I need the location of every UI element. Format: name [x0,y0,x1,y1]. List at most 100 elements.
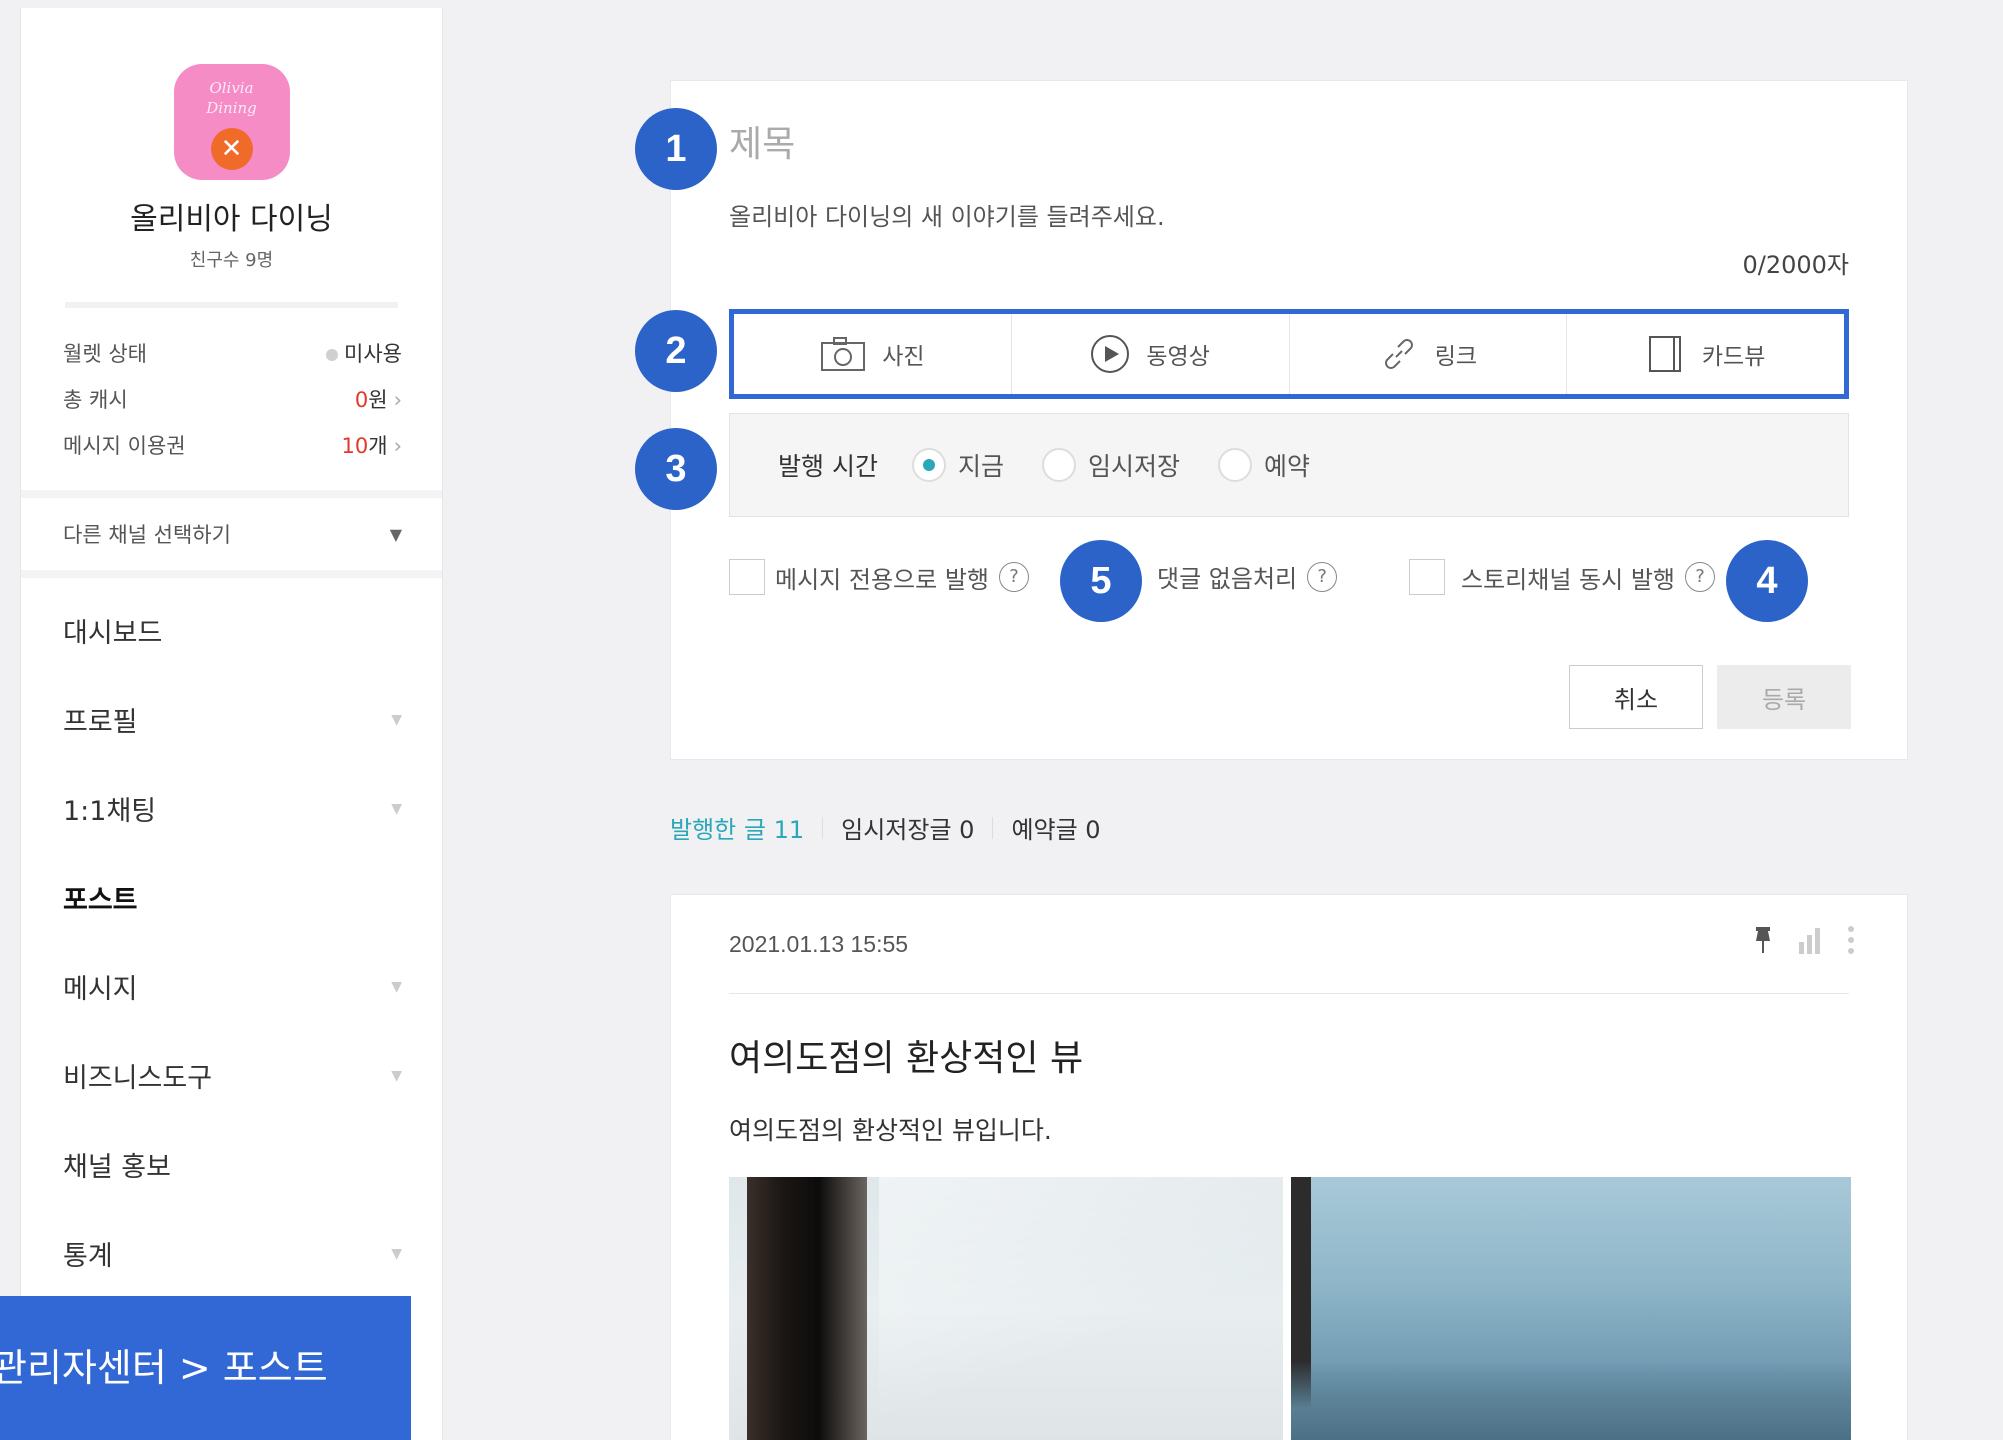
annotation-badge-5: 5 [1060,540,1142,622]
help-icon[interactable]: ? [1684,562,1715,592]
story-channel-checkbox[interactable] [1409,559,1445,595]
caret-down-icon: ▼ [391,978,402,995]
option-message-only[interactable]: 메시지 전용으로 발행 ? [729,559,1029,595]
sidebar-item-label: 통계 [63,1241,113,1272]
post-image[interactable] [729,1177,1283,1440]
sidebar-item-chat[interactable]: 1:1채팅 ▼ [21,764,442,853]
breadcrumb-text: 관리자센터 > 포스트 [0,1346,328,1390]
radio-button[interactable] [1041,448,1076,482]
add-photo-button[interactable]: 사진 [734,314,1012,394]
channel-select[interactable]: 다른 채널 선택하기 ▼ [21,490,442,578]
add-link-button[interactable]: 링크 [1290,314,1568,394]
chevron-right-icon: › [393,434,402,458]
cash-value[interactable]: 0원 › [355,384,402,414]
radio-label: 임시저장 [1087,452,1180,481]
sidebar-item-label: 채널 홍보 [63,1152,171,1183]
option-no-comments[interactable]: 댓글 없음처리 ? [1157,559,1338,594]
annotation-badge-3: 3 [635,428,717,510]
option-label: 스토리채널 동시 발행 [1461,565,1675,594]
sidebar-item-label: 포스트 [63,885,138,916]
sidebar-item-promotion[interactable]: 채널 홍보 [21,1120,442,1209]
option-story-channel[interactable]: 스토리채널 동시 발행 ? [1409,559,1715,595]
radio-button[interactable] [1217,448,1252,482]
sidebar-item-message[interactable]: 메시지 ▼ [21,942,442,1031]
sidebar: Olivia Dining ✕ 올리비아 다이닝 친구수 9명 월렛 상태 미사… [20,8,443,1440]
publish-time-label: 발행 시간 [778,452,878,481]
post-actions [1753,925,1855,959]
stats: 월렛 상태 미사용 총 캐시 0원 › 메시지 이용권 10개 › [21,308,442,468]
media-label: 카드뷰 [1701,344,1766,370]
channel-name: 올리비아 다이닝 [130,202,333,237]
logo-text: Olivia Dining [206,79,257,117]
sidebar-item-label: 프로필 [63,707,138,738]
more-options-icon[interactable] [1847,925,1855,959]
media-label: 동영상 [1146,344,1210,370]
caret-down-icon: ▼ [389,524,402,544]
post-card: 2021.01.13 15:55 여의도점의 환상적인 뷰 여의도점의 환상적인… [670,894,1908,1440]
stat-label: 메시지 이용권 [63,434,186,458]
add-cardview-button[interactable]: 카드뷰 [1567,314,1844,394]
radio-label: 지금 [957,452,1004,481]
publish-options: 메시지 전용으로 발행 ? 댓글 없음처리 ? 스토리채널 동시 발행 ? [729,559,1849,599]
chevron-right-icon: › [393,388,402,412]
sidebar-item-statistics[interactable]: 통계 ▼ [21,1209,442,1298]
help-icon[interactable]: ? [1307,561,1338,592]
stat-wallet: 월렛 상태 미사용 [63,330,402,376]
sidebar-item-label: 메시지 [63,974,138,1005]
radio-schedule[interactable]: 예약 [1217,447,1310,483]
annotation-badge-4: 4 [1726,540,1808,622]
stat-label: 월렛 상태 [63,342,147,366]
caret-down-icon: ▼ [391,711,402,728]
add-video-button[interactable]: 동영상 [1012,314,1290,394]
post-editor: 제목 올리비아 다이닝의 새 이야기를 들려주세요. 0/2000자 사진 동영… [670,80,1908,760]
tab-published[interactable]: 발행한 글 11 [670,810,804,845]
media-label: 사진 [882,344,925,370]
body-textarea[interactable]: 올리비아 다이닝의 새 이야기를 들려주세요. [729,197,1165,232]
ticket-value[interactable]: 10개 › [342,430,402,460]
pin-icon[interactable] [1753,925,1773,959]
camera-icon [820,336,866,372]
tab-separator [822,816,824,839]
annotation-badge-2: 2 [635,310,717,392]
option-label: 댓글 없음처리 [1157,565,1298,593]
post-tabs: 발행한 글 11 임시저장글 0 예약글 0 [670,810,1101,845]
sidebar-item-profile[interactable]: 프로필 ▼ [21,675,442,764]
sidebar-item-label: 1:1채팅 [63,796,157,827]
radio-draft[interactable]: 임시저장 [1041,447,1180,483]
stat-message-ticket[interactable]: 메시지 이용권 10개 › [63,422,402,468]
sidebar-item-post[interactable]: 포스트 [21,853,442,942]
post-date: 2021.01.13 15:55 [729,931,909,957]
breadcrumb-overlay: 관리자센터 > 포스트 [0,1296,411,1440]
annotation-badge-1: 1 [635,108,717,190]
cash-unit: 원 [368,388,388,412]
title-input[interactable]: 제목 [729,115,795,167]
message-only-checkbox[interactable] [729,559,765,595]
char-counter: 0/2000자 [1742,251,1849,279]
tab-scheduled[interactable]: 예약글 0 [1011,810,1100,845]
stat-label: 총 캐시 [63,388,128,412]
channel-profile: Olivia Dining ✕ 올리비아 다이닝 친구수 9명 [21,8,442,272]
post-title: 여의도점의 환상적인 뷰 [729,1038,1084,1079]
help-icon[interactable]: ? [998,562,1029,592]
radio-now[interactable]: 지금 [911,447,1004,483]
image-hills [1291,1361,1851,1440]
radio-button[interactable] [911,448,946,482]
tab-drafts[interactable]: 임시저장글 0 [841,810,974,845]
submit-button[interactable]: 등록 [1717,665,1851,729]
stat-cash[interactable]: 총 캐시 0원 › [63,376,402,422]
sidebar-item-dashboard[interactable]: 대시보드 [21,586,442,675]
sidebar-item-label: 대시보드 [63,618,163,649]
caret-down-icon: ▼ [391,800,402,817]
channel-logo[interactable]: Olivia Dining ✕ [173,64,290,180]
ticket-unit: 개 [368,434,388,458]
status-dot-icon [326,349,339,361]
sidebar-item-business-tools[interactable]: 비즈니스도구 ▼ [21,1031,442,1120]
link-icon [1379,334,1419,374]
post-image[interactable] [1291,1177,1851,1440]
publish-time-row: 발행 시간 지금 임시저장 예약 [729,413,1849,517]
cancel-button[interactable]: 취소 [1569,665,1703,729]
stats-icon[interactable] [1797,926,1823,958]
play-icon [1090,334,1130,374]
media-label: 링크 [1434,344,1478,370]
caret-down-icon: ▼ [391,1067,402,1084]
